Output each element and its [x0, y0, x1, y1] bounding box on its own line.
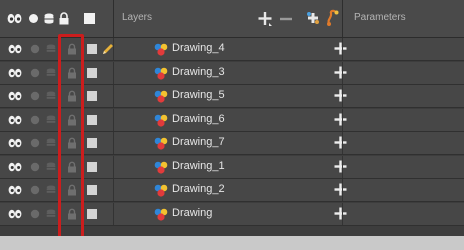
remove-layer-icon[interactable]	[278, 11, 294, 27]
eye-icon[interactable]	[8, 68, 22, 78]
eye-icon[interactable]	[8, 115, 22, 125]
color-swatch[interactable]	[87, 91, 97, 101]
stack-toggle-icon[interactable]	[46, 162, 56, 172]
drawing-layer-icon	[154, 67, 168, 80]
lock-all-icon[interactable]	[58, 12, 70, 25]
layer-toggles	[0, 109, 112, 131]
stack-toggle-icon[interactable]	[46, 138, 56, 148]
eye-icon[interactable]	[8, 209, 22, 219]
layer-name-cell[interactable]: Drawing_4	[113, 38, 347, 60]
solo-toggle-icon[interactable]	[30, 185, 40, 195]
solo-toggle-icon[interactable]	[30, 162, 40, 172]
layer-name: Drawing_4	[172, 42, 225, 54]
eye-icon[interactable]	[8, 44, 22, 54]
color-swatch[interactable]	[87, 161, 97, 172]
color-swatch[interactable]	[87, 185, 97, 195]
stack-toggle-icon[interactable]	[46, 44, 56, 54]
layer-name: Drawing_5	[172, 89, 225, 101]
layer-name-cell[interactable]: Drawing_7	[113, 132, 347, 154]
drawing-layer-icon	[154, 114, 168, 127]
layer-name-cell[interactable]: Drawing_2	[113, 179, 347, 201]
layer-parameters-cell	[342, 155, 464, 178]
color-swatch[interactable]	[87, 67, 97, 78]
drawing-layer-icon	[154, 90, 168, 103]
layer-toggles	[0, 132, 112, 154]
color-swatch[interactable]	[87, 114, 97, 125]
stack-toggle-icon[interactable]	[46, 115, 56, 125]
layer-parameters-cell	[342, 38, 464, 60]
layer-parameters-cell	[342, 132, 464, 154]
add-peg-icon[interactable]	[306, 11, 320, 25]
drawing-layer-icon	[154, 208, 168, 221]
solo-toggle-icon[interactable]	[30, 209, 40, 219]
drawing-layer-icon	[154, 137, 168, 150]
layer-toggles	[0, 179, 112, 201]
layer-name-cell[interactable]: Drawing_1	[113, 155, 347, 178]
layers-header: Layers Parameters	[0, 0, 464, 38]
layer-name-cell[interactable]: Drawing_6	[113, 108, 347, 131]
layer-name: Drawing_1	[172, 159, 225, 172]
eye-icon[interactable]	[8, 138, 22, 148]
stack-toggle-icon[interactable]	[46, 91, 56, 101]
add-layer-icon[interactable]	[257, 11, 273, 27]
header-toggle-column	[0, 0, 112, 37]
layer-name-cell[interactable]: Drawing	[113, 202, 347, 225]
solo-toggle-icon[interactable]	[30, 138, 40, 148]
panel-bottom-strip	[0, 236, 464, 250]
layer-name: Drawing_7	[172, 136, 225, 148]
stack-toggle-icon[interactable]	[46, 68, 56, 78]
stack-toggle-icon[interactable]	[46, 209, 56, 219]
layer-name: Drawing	[172, 206, 213, 219]
color-swatch[interactable]	[87, 208, 97, 219]
solo-toggle-icon[interactable]	[30, 68, 40, 78]
header-layers-column: Layers	[113, 0, 339, 37]
show-all-icon[interactable]	[7, 13, 22, 24]
eye-icon[interactable]	[8, 162, 22, 172]
drawing-layer-icon	[154, 43, 168, 56]
layer-name: Drawing_3	[172, 65, 225, 78]
color-swatch-icon[interactable]	[84, 13, 95, 24]
layer-toggles	[0, 203, 112, 225]
solo-icon[interactable]	[28, 13, 39, 24]
layer-name-cell[interactable]: Drawing_5	[113, 85, 347, 107]
layer-parameters-cell	[342, 108, 464, 131]
eye-icon[interactable]	[8, 185, 22, 195]
solo-toggle-icon[interactable]	[30, 91, 40, 101]
color-swatch[interactable]	[87, 44, 97, 54]
layer-name: Drawing_2	[172, 183, 225, 195]
layer-parameters-cell	[342, 61, 464, 84]
layer-toggles	[0, 85, 112, 107]
layer-toggles	[0, 62, 112, 84]
solo-toggle-icon[interactable]	[30, 115, 40, 125]
layer-name-cell[interactable]: Drawing_3	[113, 61, 347, 84]
layer-parameters-cell	[342, 85, 464, 107]
lock-column-highlight	[58, 34, 84, 240]
color-swatch[interactable]	[87, 138, 97, 148]
layer-toggles	[0, 38, 113, 60]
layer-name: Drawing_6	[172, 112, 225, 125]
deformer-icon[interactable]	[326, 9, 340, 27]
layer-parameters-cell	[342, 202, 464, 225]
layer-toggles	[0, 156, 112, 178]
header-parameters-column: Parameters	[342, 0, 464, 37]
layers-heading: Layers	[122, 12, 153, 23]
eye-icon[interactable]	[8, 91, 22, 101]
drawing-layer-icon	[154, 161, 168, 174]
parameters-heading: Parameters	[354, 12, 406, 23]
drawing-layer-icon	[154, 184, 168, 197]
stack-toggle-icon[interactable]	[46, 185, 56, 195]
layer-parameters-cell	[342, 179, 464, 201]
solo-toggle-icon[interactable]	[30, 44, 40, 54]
stack-icon[interactable]	[44, 13, 54, 24]
